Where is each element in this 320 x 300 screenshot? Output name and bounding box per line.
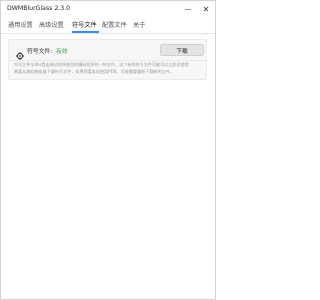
tab-about[interactable]: 关于 <box>133 20 145 29</box>
download-button[interactable]: 下载 <box>160 44 204 56</box>
status-badge: 有效 <box>56 49 68 55</box>
symbol-description: 符号文件(pdb)是由调试程序使用的编码程序的一种文件，这个有效符号文件可能可以… <box>14 62 204 75</box>
description-line: 需要从微软服务器下载符号文件，如果您要本机使用PDB，可能需要重新下载新的文件。 <box>14 68 174 74</box>
close-button[interactable]: ✕ <box>197 1 215 17</box>
app-window: DWMBlurGlass 2.3.0 — ✕ 通用设置 高级设置 符号文件 配置… <box>0 0 216 300</box>
minimize-button[interactable]: — <box>179 1 197 17</box>
tab-config[interactable]: 配置文件 <box>102 20 127 29</box>
tab-divider <box>1 33 215 34</box>
tab-symbols[interactable]: 符号文件 <box>72 20 97 29</box>
card-divider <box>9 60 206 61</box>
symbol-file-card: 符号文件: 有效 下载 符号文件(pdb)是由调试程序使用的编码程序的一种文件，… <box>8 39 207 80</box>
window-title: DWMBlurGlass 2.3.0 <box>7 5 71 12</box>
tab-advanced[interactable]: 高级设置 <box>39 20 64 29</box>
gear-icon <box>16 45 24 60</box>
tab-bar: 通用设置 高级设置 符号文件 配置文件 关于 <box>1 17 215 34</box>
tab-general[interactable]: 通用设置 <box>8 20 33 29</box>
description-line: 符号文件(pdb)是由调试程序使用的编码程序的一种文件，这个有效符号文件可能可以… <box>14 62 189 67</box>
symbol-file-label: 符号文件: <box>27 49 53 55</box>
title-bar: DWMBlurGlass 2.3.0 — ✕ <box>1 1 215 17</box>
